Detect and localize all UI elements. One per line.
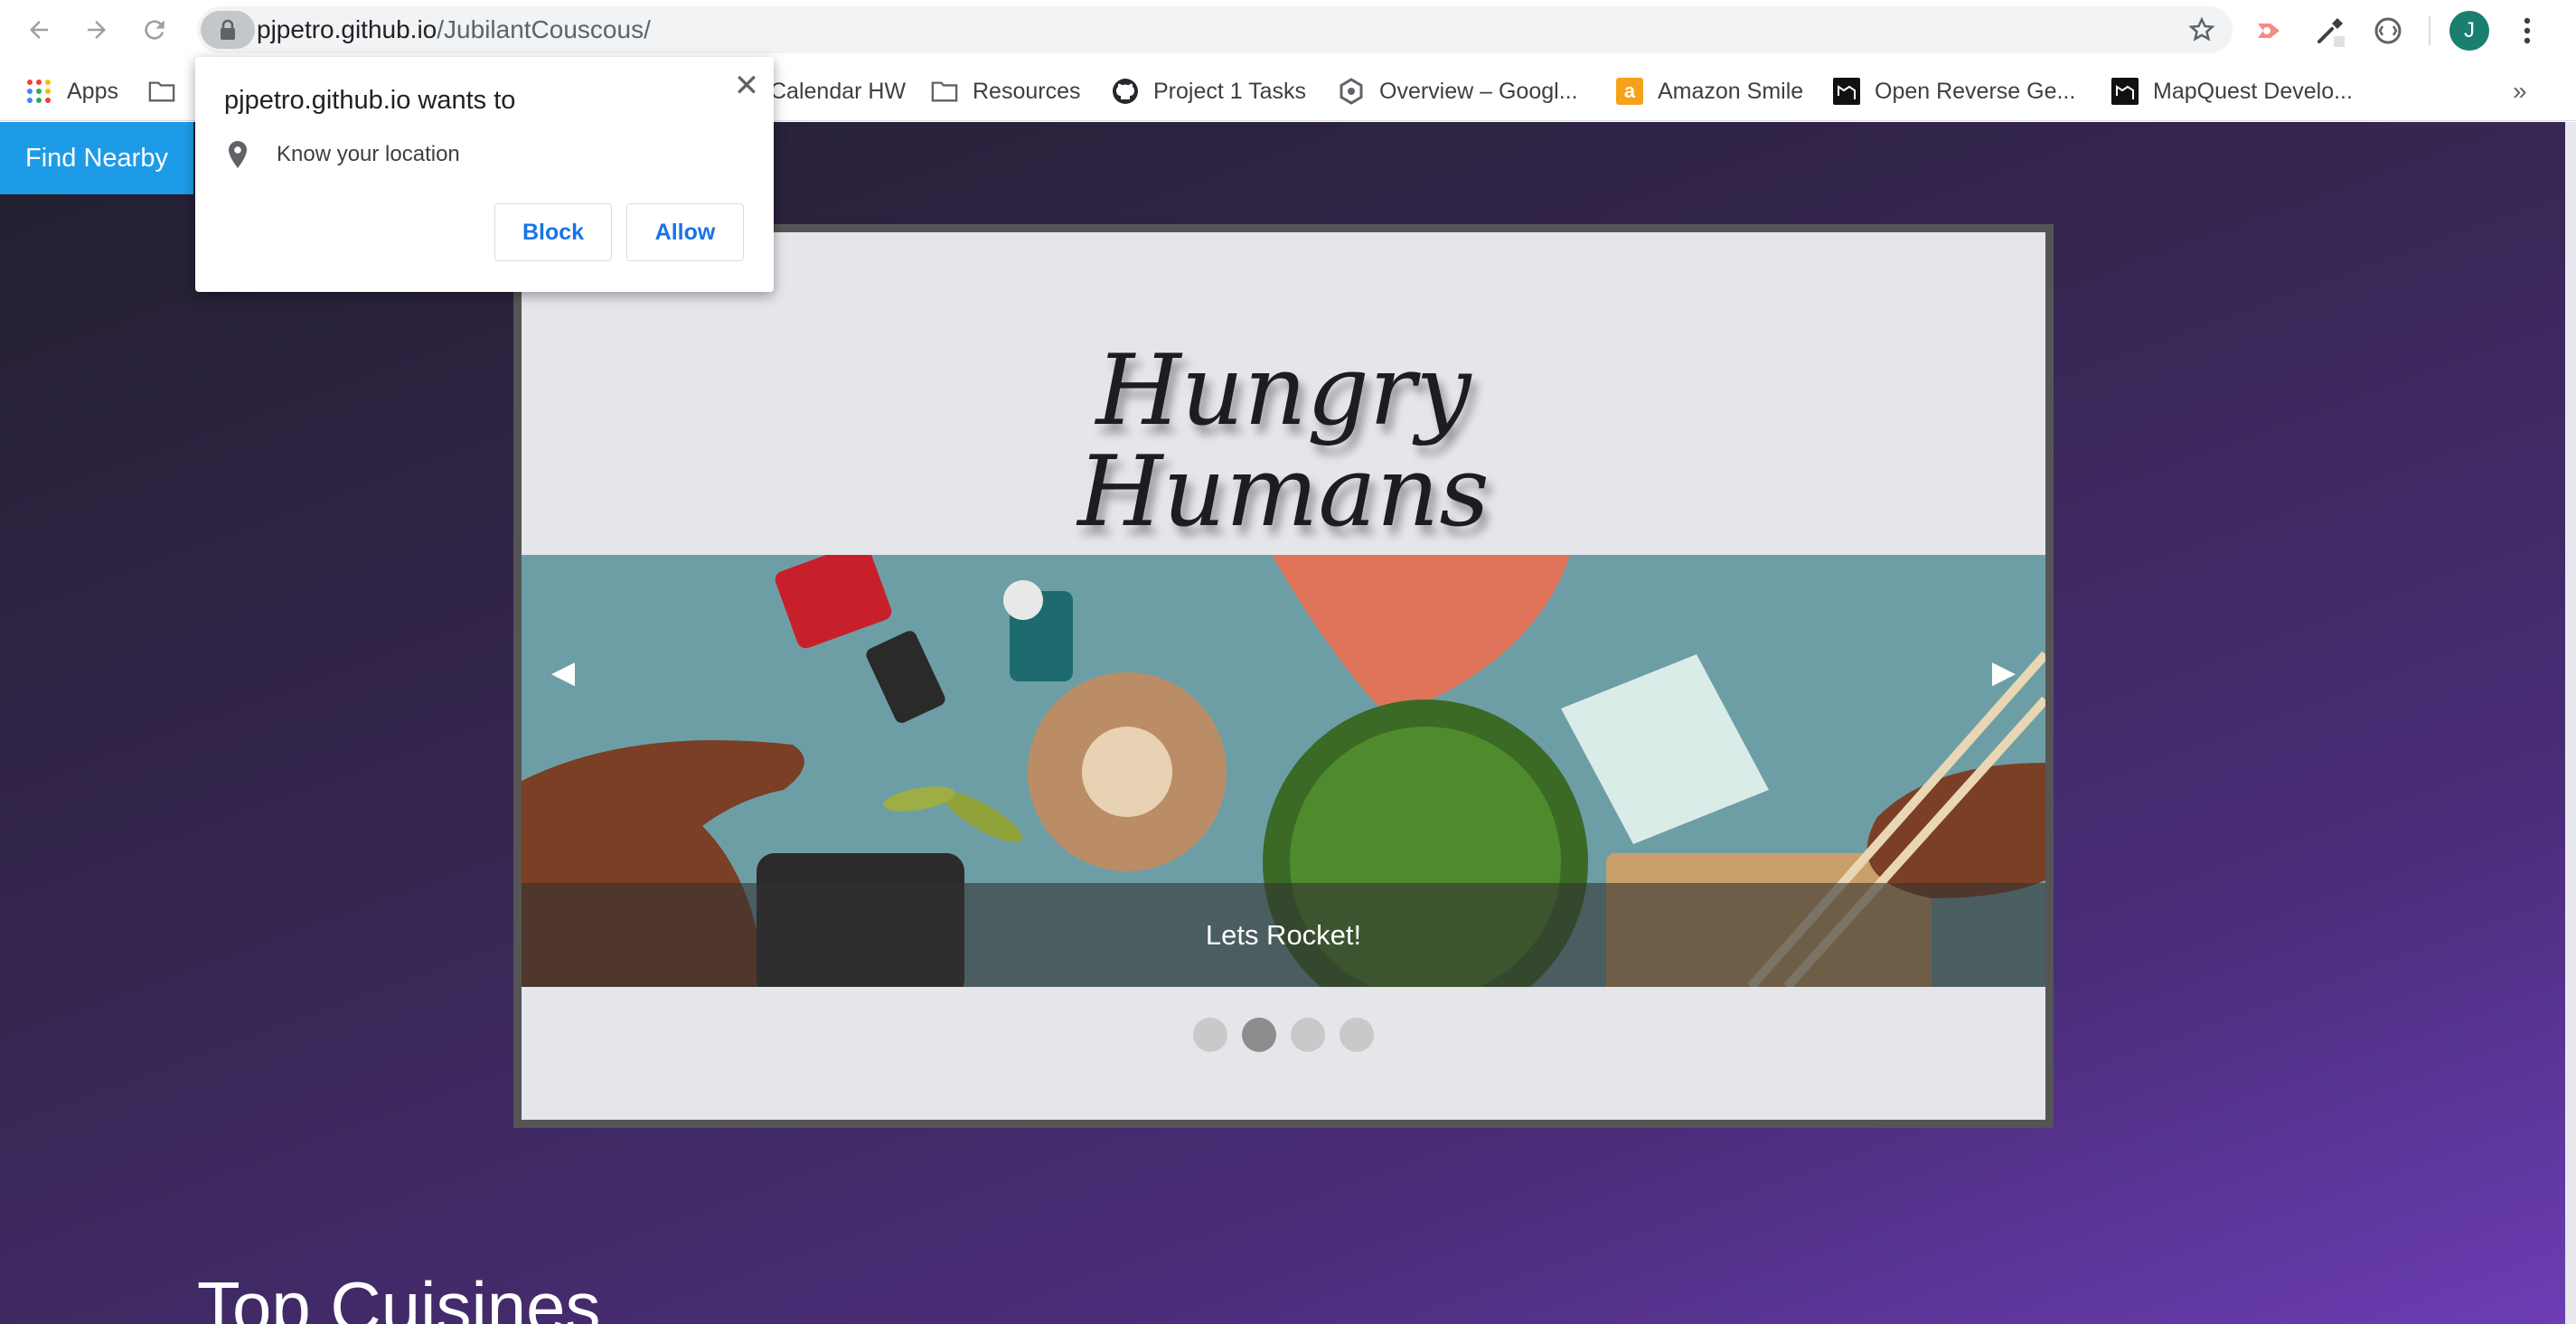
bookmark-label: Overview – Googl...	[1379, 78, 1578, 104]
bookmark-open-reverse[interactable]: Open Reverse Ge...	[1833, 61, 2075, 121]
google-cloud-icon	[1338, 78, 1365, 105]
page-body: Find Nearby Hungry Humans ◀ ▶ Lets Rocke…	[0, 122, 2576, 1324]
back-icon[interactable]	[18, 9, 60, 51]
side-strip	[2565, 122, 2576, 1324]
bookmark-folder[interactable]	[148, 61, 190, 121]
permission-label: Know your location	[277, 142, 460, 166]
carousel-prev-arrow[interactable]: ◀	[545, 654, 581, 690]
svg-text:a: a	[1624, 80, 1636, 102]
profile-avatar[interactable]: J	[2449, 11, 2489, 51]
bookmark-project-tasks[interactable]: Project 1 Tasks	[1112, 61, 1306, 121]
browser-toolbar: pjpetro.github.io/JubilantCouscous/ J	[0, 0, 2576, 61]
map-icon	[2111, 78, 2139, 105]
reload-icon[interactable]	[134, 9, 175, 51]
eyedropper-icon[interactable]	[2310, 11, 2350, 51]
carousel-dot-active[interactable]	[1242, 1018, 1276, 1052]
bookmark-label: MapQuest Develo...	[2153, 78, 2353, 104]
hero-title-line: Hungry	[1095, 334, 1471, 447]
hero-title-line: Humans	[1077, 436, 1490, 549]
bookmark-amazon-smile[interactable]: a Amazon Smile	[1616, 61, 1803, 121]
extension-icon[interactable]	[2251, 11, 2290, 51]
hero-title: Hungry Humans	[522, 341, 2045, 543]
bookmark-label: Resources	[973, 78, 1081, 104]
toolbar-divider	[2429, 16, 2430, 45]
carousel-slide: ◀ ▶ Lets Rocket!	[522, 555, 2045, 987]
address-bar[interactable]: pjpetro.github.io/JubilantCouscous/	[197, 6, 2233, 53]
slide-caption: Lets Rocket!	[522, 883, 2045, 987]
url-path: /JubilantCouscous/	[437, 15, 651, 43]
bookmark-label: Open Reverse Ge...	[1875, 78, 2076, 104]
bookmark-mapquest[interactable]: MapQuest Develo...	[2111, 61, 2353, 121]
apps-icon	[25, 78, 52, 105]
carousel-dot[interactable]	[1193, 1018, 1227, 1052]
url-host: pjpetro.github.io	[257, 15, 437, 43]
bookmark-apps[interactable]: Apps	[25, 61, 118, 121]
location-permission-popup: pjpetro.github.io wants to ✕ Know your l…	[195, 57, 774, 292]
bookmark-label: Apps	[67, 78, 118, 104]
carousel-indicators	[522, 1018, 2045, 1052]
popup-title: pjpetro.github.io wants to	[224, 86, 516, 115]
menu-dots-icon[interactable]	[2509, 11, 2545, 51]
find-nearby-button[interactable]: Find Nearby	[0, 122, 193, 194]
bookmark-calendar-hw[interactable]: Calendar HW	[770, 61, 906, 121]
url-text[interactable]: pjpetro.github.io/JubilantCouscous/	[257, 6, 651, 53]
bookmark-label: Calendar HW	[770, 78, 907, 104]
section-heading: Top Cuisines	[197, 1267, 601, 1324]
carousel-dot[interactable]	[1340, 1018, 1374, 1052]
star-icon[interactable]	[2184, 12, 2220, 48]
carousel-next-arrow[interactable]: ▶	[1986, 654, 2022, 690]
forward-icon[interactable]	[76, 9, 118, 51]
carousel: Hungry Humans ◀ ▶ Lets Rocket!	[513, 224, 2054, 1128]
circle-extension-icon[interactable]	[2368, 11, 2408, 51]
bookmark-resources[interactable]: Resources	[931, 61, 1081, 121]
folder-icon	[931, 78, 958, 105]
bookmarks-overflow-chevron[interactable]: »	[2513, 61, 2527, 121]
permission-row: Know your location	[224, 136, 460, 173]
allow-button[interactable]: Allow	[626, 203, 744, 261]
github-icon	[1112, 78, 1139, 105]
location-pin-icon	[224, 138, 251, 171]
bookmark-overview[interactable]: Overview – Googl...	[1338, 61, 1578, 121]
folder-icon	[148, 78, 175, 105]
carousel-dot[interactable]	[1291, 1018, 1325, 1052]
bookmark-label: Amazon Smile	[1658, 78, 1804, 104]
amazon-icon: a	[1616, 78, 1643, 105]
block-button[interactable]: Block	[494, 203, 612, 261]
map-icon	[1833, 78, 1860, 105]
bookmark-label: Project 1 Tasks	[1153, 78, 1307, 104]
close-icon[interactable]: ✕	[729, 68, 765, 104]
lock-icon[interactable]	[201, 11, 255, 49]
